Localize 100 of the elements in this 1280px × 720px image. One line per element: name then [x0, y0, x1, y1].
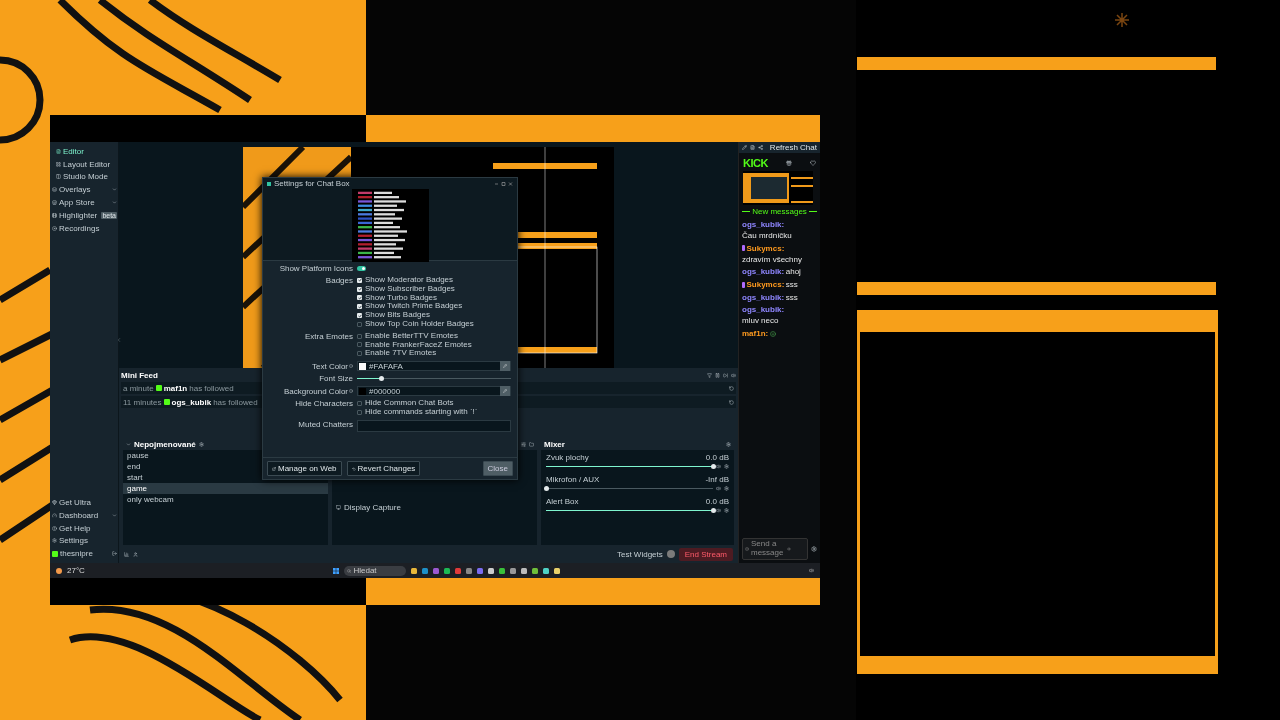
scene-item[interactable]: game [123, 483, 328, 494]
source-item[interactable]: Display Capture [332, 502, 537, 513]
sidebar-item[interactable]: Studio Mode [50, 170, 118, 184]
gift-icon [785, 160, 792, 166]
chat-username[interactable]: ogs_kubik: [742, 267, 785, 277]
checkbox-option[interactable]: Enable FrankerFaceZ Emotes [357, 340, 511, 350]
toggle-switch[interactable] [357, 266, 366, 271]
chat-username[interactable]: Sukymcs: [746, 279, 785, 290]
panel-title: Nepojmenované [134, 440, 196, 449]
nav-icon [56, 148, 61, 154]
field-label: Badges [324, 276, 353, 285]
stream-thumbnail-drawing [743, 171, 813, 205]
document-icon [750, 145, 755, 150]
sidebar-item[interactable]: Get Help [50, 521, 118, 535]
checkbox[interactable] [357, 295, 362, 301]
checkbox[interactable] [357, 333, 362, 339]
slider-thumb[interactable] [379, 376, 385, 382]
volume-slider[interactable] [546, 463, 713, 470]
chat-username[interactable]: ogs_kubik: [742, 305, 785, 315]
checkbox-option[interactable]: Hide commands starting with `!` [357, 407, 511, 417]
sidebar-item[interactable]: Settings [50, 534, 118, 548]
pick-color-button[interactable] [500, 361, 510, 372]
window-controls-icon [495, 181, 513, 186]
channel-reading: -Inf dB [705, 475, 729, 484]
checkbox[interactable] [357, 342, 362, 348]
search-field[interactable]: Hledat [344, 565, 407, 576]
checkbox-option[interactable]: Enable BetterTTV Emotes [357, 331, 511, 341]
checkbox-option[interactable]: Show Twitch Prime Badges [357, 302, 511, 312]
close-button[interactable]: Close [482, 461, 513, 476]
color-field[interactable]: #000000 [357, 386, 511, 397]
checkbox[interactable] [357, 321, 362, 327]
emote-icon [769, 330, 776, 337]
sidebar-item[interactable]: Overlays [50, 183, 118, 197]
pick-color-button[interactable] [500, 386, 510, 397]
weather-text[interactable]: 27°C [67, 566, 85, 575]
avatar-circle [666, 550, 675, 558]
checkbox[interactable] [357, 286, 362, 292]
sidebar-item[interactable]: Get Ultra [50, 496, 118, 509]
sidebar-item[interactable]: App Store [50, 196, 118, 209]
nav-icon [52, 200, 57, 206]
sidebar-item[interactable]: Dashboard [50, 508, 118, 522]
field-label: Show Platform Icons [278, 264, 353, 273]
event-action: has followed [189, 383, 234, 393]
settings-icon [724, 486, 729, 491]
volume-slider[interactable] [546, 507, 713, 514]
message-text: zdravím všechny [742, 254, 803, 265]
slider-thumb[interactable] [710, 464, 716, 469]
checkbox[interactable] [357, 409, 362, 415]
sidebar-item[interactable]: Editor [50, 145, 118, 158]
chevron-icon [112, 187, 117, 193]
checkbox[interactable] [357, 313, 362, 319]
checkbox[interactable] [357, 401, 362, 407]
start-icon [333, 567, 340, 574]
sidebar-item[interactable]: Layout Editor [50, 157, 118, 171]
slider-thumb[interactable] [543, 486, 549, 491]
checkbox-option[interactable]: Show Top Coin Holder Badges [357, 320, 511, 329]
volume-slider[interactable] [357, 375, 511, 383]
settings-icon [811, 546, 817, 553]
channel-name: Alert Box [546, 497, 579, 506]
checkbox[interactable] [357, 351, 362, 357]
filter-icon [707, 372, 712, 378]
slider-thumb[interactable] [710, 508, 716, 513]
chat-username[interactable]: ogs_kubik: [742, 220, 785, 230]
chat-username[interactable]: Sukymcs: [746, 243, 785, 254]
undo-icon [351, 466, 356, 471]
user-icon [133, 551, 138, 557]
checkbox[interactable] [357, 304, 362, 310]
end-stream-button[interactable]: End Stream [678, 547, 733, 561]
heart-icon [810, 160, 816, 166]
nav-icon [52, 525, 57, 531]
checkbox-option[interactable]: Enable 7TV Emotes [357, 349, 511, 359]
checkbox-option[interactable]: Show Moderator Badges [357, 276, 511, 285]
manage-on-web-button[interactable]: Manage on Web [267, 461, 342, 476]
pencil-icon [742, 145, 747, 150]
chat-username[interactable]: ogs_kubik: [742, 292, 785, 303]
revert-changes-button[interactable]: Revert Changes [346, 461, 421, 476]
external-link-icon [272, 466, 276, 471]
dialog-title: Settings for Chat Box [274, 179, 350, 188]
test-widgets-label[interactable]: Test Widgets [616, 549, 663, 559]
folder-icon [529, 442, 534, 447]
account-item[interactable]: thesnipre [50, 547, 118, 560]
message-text: Čau mrdníčku [742, 231, 792, 241]
scene-item[interactable]: only webcam [123, 494, 328, 505]
checkbox-option[interactable]: Hide Common Chat Bots [357, 399, 511, 408]
nav-icon [56, 161, 61, 167]
volume-icon [731, 372, 736, 378]
checkbox[interactable] [357, 277, 362, 283]
kick-icon [52, 550, 58, 557]
chat-input[interactable]: Send a message [742, 538, 808, 560]
emote-icon [745, 547, 749, 552]
sidebar-item[interactable]: Recordings [50, 221, 118, 235]
channel-name: Mikrofon / AUX [546, 475, 600, 484]
sliders-icon [521, 442, 526, 447]
checkbox-option[interactable]: Show Subscriber Badges [357, 284, 511, 294]
muted-chatters-field[interactable] [357, 419, 511, 432]
checkbox-option[interactable]: Show Bits Badges [357, 311, 511, 320]
checkbox-option[interactable]: Show Turbo Badges [357, 293, 511, 303]
color-field[interactable]: #FAFAFA [357, 361, 511, 372]
volume-slider[interactable] [546, 485, 713, 492]
chat-username[interactable]: maf1n: [742, 328, 769, 339]
